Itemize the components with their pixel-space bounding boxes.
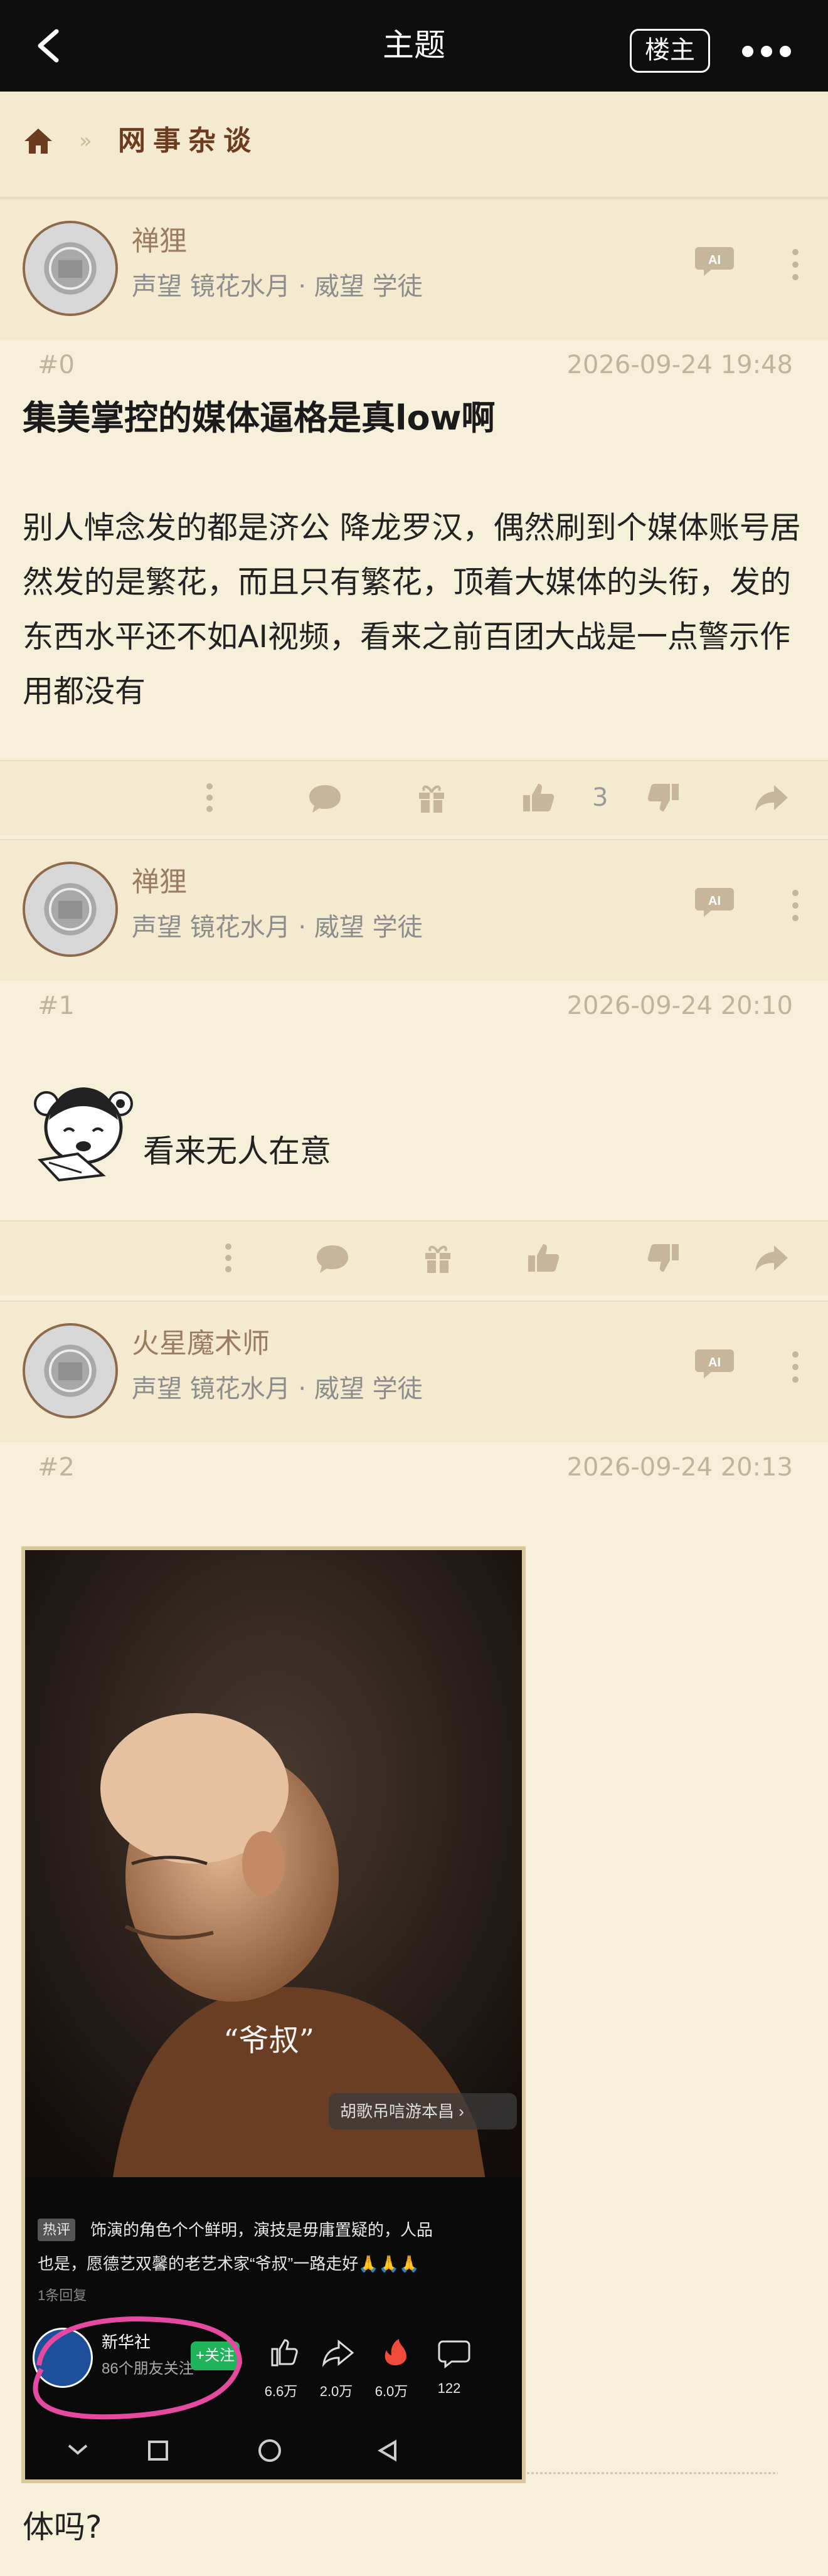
breadcrumb-forum-link[interactable]: 网事杂谈 <box>118 124 258 158</box>
gift-icon[interactable] <box>419 1239 457 1277</box>
author-name[interactable]: 禅狸 <box>132 224 187 258</box>
post-content: 看来无人在意 <box>143 1133 331 1169</box>
post-timestamp: 2026-09-24 20:13 <box>566 1453 793 1482</box>
ai-summary-icon[interactable]: AI <box>694 884 735 918</box>
thumbs-down-icon[interactable] <box>645 779 682 816</box>
hand-drawn-circle <box>33 2316 243 2420</box>
post-content: 体吗? <box>23 2509 102 2545</box>
like-stat: 6.6万 <box>264 2383 298 2399</box>
avatar[interactable] <box>23 862 118 957</box>
floor-number: #0 <box>38 351 75 379</box>
thread-owner-only-button[interactable]: 楼主 <box>630 29 710 73</box>
android-nav-bar <box>68 2439 396 2462</box>
svg-text:AI: AI <box>708 253 721 267</box>
video-caption: “爷叔” <box>223 2023 315 2058</box>
floor-number: #1 <box>38 991 75 1020</box>
ai-summary-icon[interactable]: AI <box>694 1346 735 1380</box>
more-vertical-icon[interactable] <box>788 246 803 283</box>
post-action-bar <box>0 1220 828 1296</box>
avatar[interactable] <box>23 221 118 316</box>
more-horizontal-icon <box>742 46 791 57</box>
hot-comment-line: 也是，愿德艺双馨的老艺术家“爷叔”一路走好🙏🙏🙏 <box>38 2254 420 2273</box>
svg-text:AI: AI <box>708 894 721 908</box>
page-title: 主题 <box>383 27 445 63</box>
ai-summary-icon[interactable]: AI <box>694 243 735 277</box>
thumbs-up-icon[interactable] <box>519 779 557 816</box>
breadcrumb-separator: » <box>79 129 92 154</box>
author-name[interactable]: 禅狸 <box>132 865 187 899</box>
floor-number: #2 <box>38 1453 75 1482</box>
back-button[interactable] <box>30 26 68 65</box>
decorative-divider <box>527 2472 778 2474</box>
svg-text:AI: AI <box>708 1356 721 1370</box>
chevron-left-icon <box>38 29 59 63</box>
top-navigation-bar: 主题 楼主 <box>0 0 828 92</box>
comment-icon[interactable] <box>306 779 344 816</box>
thread-title: 集美掌控的媒体逼格是真low啊 <box>23 398 496 438</box>
author-rank: 声望 镜花水月 · 威望 学徒 <box>132 913 423 942</box>
thumbs-up-icon[interactable] <box>524 1239 562 1277</box>
post-image[interactable]: “爷叔” 胡歌吊唁游本昌 › 热评 饰演的角色个个鲜明，演技是毋庸置疑的，人品 … <box>21 1546 526 2483</box>
hot-comment-line: 饰演的角色个个鲜明，演技是毋庸置疑的，人品 <box>90 2220 433 2239</box>
share-icon[interactable] <box>753 779 790 816</box>
gift-icon[interactable] <box>413 779 450 816</box>
post-timestamp: 2026-09-24 19:48 <box>566 351 793 379</box>
post-action-bar: 3 <box>0 760 828 835</box>
author-name[interactable]: 火星魔术师 <box>132 1327 270 1361</box>
stat-icons <box>271 2339 470 2369</box>
share-stat: 2.0万 <box>319 2383 353 2399</box>
thumbs-down-icon[interactable] <box>645 1239 682 1277</box>
author-rank: 声望 镜花水月 · 威望 学徒 <box>132 1375 423 1403</box>
related-search-tag[interactable]: 胡歌吊唁游本昌 › <box>329 2093 517 2130</box>
comment-stat: 122 <box>437 2380 461 2396</box>
sticker-emoji <box>28 1079 139 1182</box>
more-vertical-icon[interactable] <box>788 1348 803 1386</box>
home-icon[interactable] <box>23 125 54 157</box>
post-content: 别人悼念发的都是济公 降龙罗汉，偶然刷到个媒体账号居然发的是繁花，而且只有繁花，… <box>23 510 801 709</box>
share-icon[interactable] <box>753 1239 790 1277</box>
fire-stat: 6.0万 <box>374 2383 408 2399</box>
more-vertical-icon[interactable] <box>221 1239 236 1277</box>
more-vertical-icon[interactable] <box>788 887 803 924</box>
comment-icon[interactable] <box>314 1239 351 1277</box>
more-options-button[interactable] <box>736 33 797 70</box>
avatar[interactable] <box>23 1323 118 1418</box>
hot-comment-badge: 热评 <box>38 2219 76 2241</box>
more-vertical-icon[interactable] <box>202 779 217 816</box>
like-count: 3 <box>592 783 608 812</box>
post-timestamp: 2026-09-24 20:10 <box>566 991 793 1020</box>
author-rank: 声望 镜花水月 · 威望 学徒 <box>132 272 423 301</box>
